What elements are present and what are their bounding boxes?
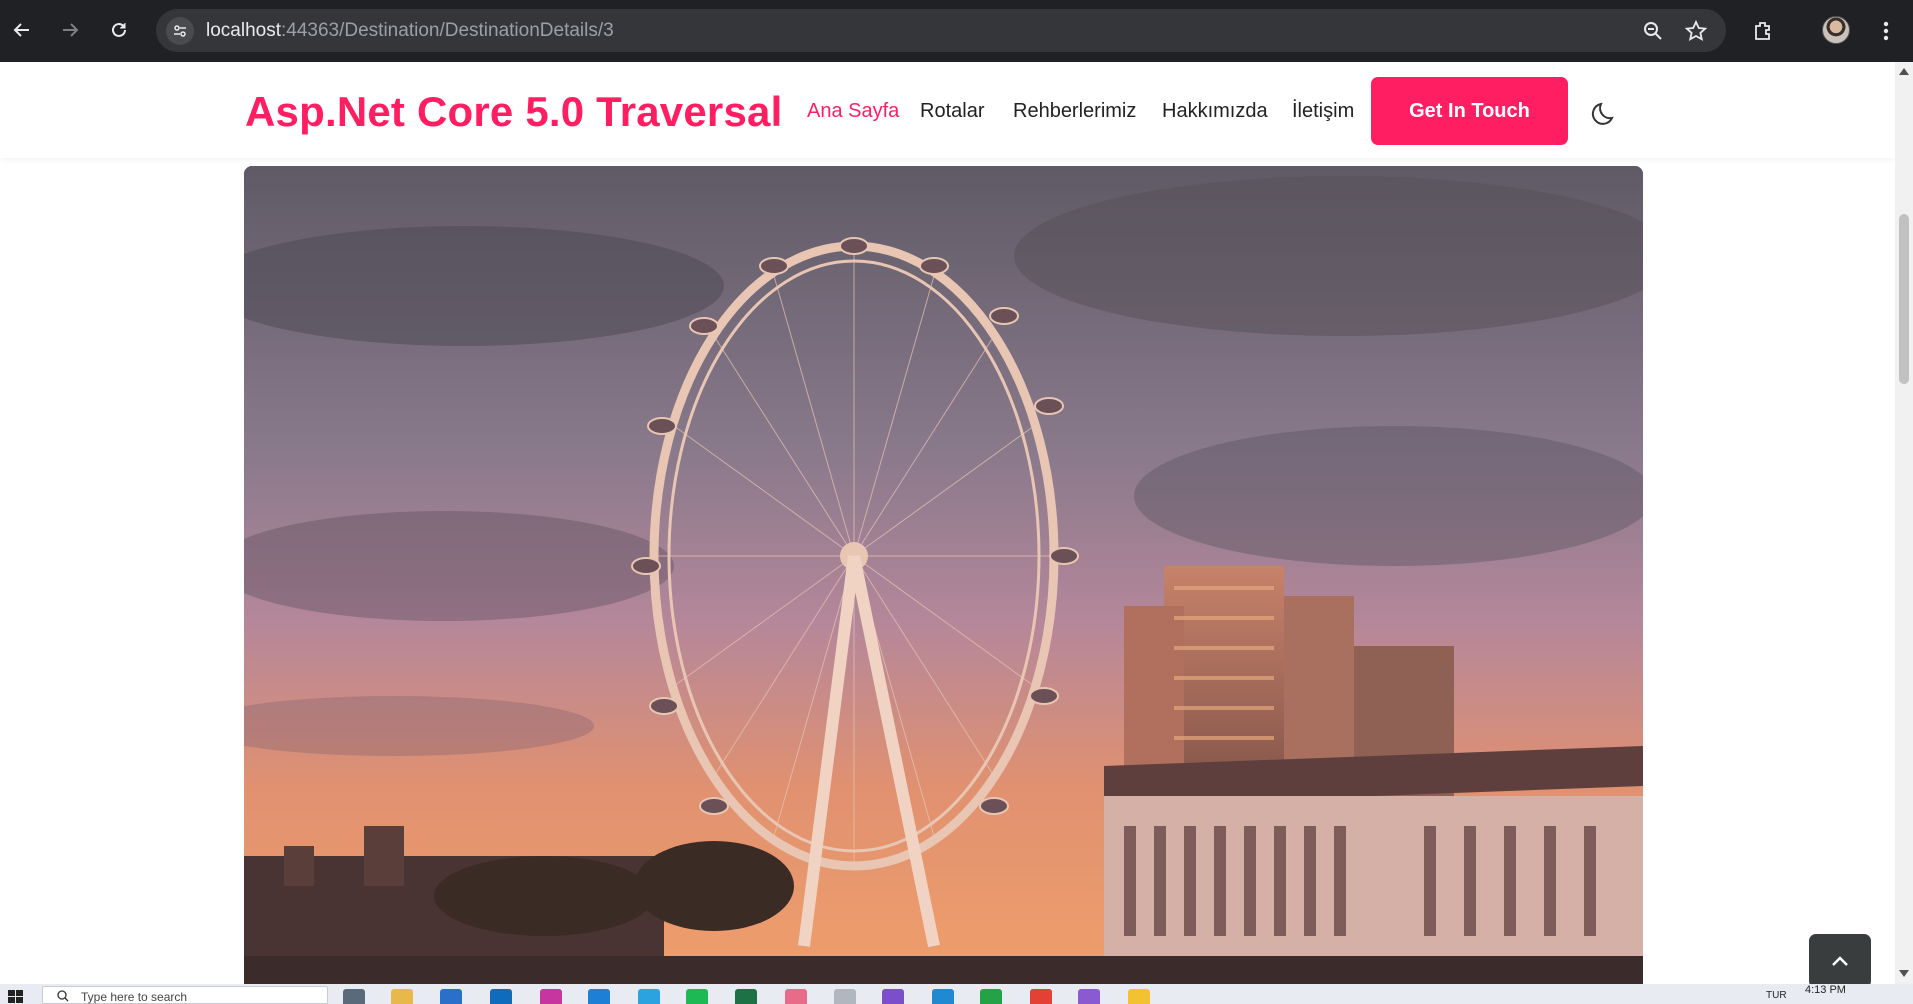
app-icon-pink[interactable] xyxy=(785,989,807,1004)
url-path: :44363/Destination/DestinationDetails/3 xyxy=(281,20,614,41)
outlook-icon[interactable] xyxy=(490,989,512,1004)
spotify-icon[interactable] xyxy=(686,989,708,1004)
store-icon[interactable] xyxy=(440,989,462,1004)
get-in-touch-button[interactable]: Get In Touch xyxy=(1371,77,1568,145)
notepad-icon[interactable] xyxy=(834,989,856,1004)
site-header: Asp.Net Core 5.0 Traversal Ana Sayfa Rot… xyxy=(0,62,1895,158)
address-bar[interactable]: localhost:44363/Destination/DestinationD… xyxy=(156,9,1726,52)
os-taskbar: Type here to search TUR 4:13 PM xyxy=(0,984,1913,1004)
app-icon-blue[interactable] xyxy=(588,989,610,1004)
menu-kebab-icon[interactable] xyxy=(1871,16,1901,46)
forward-icon[interactable] xyxy=(52,12,88,48)
whatsapp-icon[interactable] xyxy=(980,989,1002,1004)
app-icon-yellow[interactable] xyxy=(1128,989,1150,1004)
site-logo[interactable]: Asp.Net Core 5.0 Traversal xyxy=(245,88,782,136)
taskbar-search-placeholder: Type here to search xyxy=(81,990,188,1004)
taskbar-search[interactable]: Type here to search xyxy=(42,986,328,1004)
taskbar-clock[interactable]: 4:13 PM xyxy=(1805,984,1846,996)
url-text: localhost:44363/Destination/DestinationD… xyxy=(206,20,614,42)
page-viewport: Asp.Net Core 5.0 Traversal Ana Sayfa Rot… xyxy=(0,62,1895,984)
browser-toolbar: localhost:44363/Destination/DestinationD… xyxy=(0,0,1913,62)
back-icon[interactable] xyxy=(4,12,40,48)
visual-studio-2-icon[interactable] xyxy=(1078,989,1100,1004)
scroll-down-arrow[interactable] xyxy=(1899,970,1909,977)
destination-hero-image xyxy=(244,166,1643,984)
profile-avatar[interactable] xyxy=(1822,16,1850,44)
file-explorer-icon[interactable] xyxy=(391,989,413,1004)
language-indicator[interactable]: TUR xyxy=(1766,990,1787,1001)
url-host: localhost xyxy=(206,20,281,41)
task-view-icon[interactable] xyxy=(343,989,365,1004)
search-icon xyxy=(57,990,69,1002)
nav-routes[interactable]: Rotalar xyxy=(920,100,984,123)
instagram-icon[interactable] xyxy=(540,989,562,1004)
bookmark-star-icon[interactable] xyxy=(1684,19,1708,43)
vscode-icon[interactable] xyxy=(932,989,954,1004)
back-to-top-button[interactable] xyxy=(1809,934,1871,984)
nav-guides[interactable]: Rehberlerimiz xyxy=(1013,100,1136,123)
windows-start-icon[interactable] xyxy=(8,990,24,1004)
page-scrollbar[interactable] xyxy=(1895,62,1913,984)
extensions-icon[interactable] xyxy=(1748,16,1778,46)
nav-contact[interactable]: İletişim xyxy=(1292,100,1354,123)
telegram-icon[interactable] xyxy=(638,989,660,1004)
visual-studio-icon[interactable] xyxy=(882,989,904,1004)
nav-home[interactable]: Ana Sayfa xyxy=(807,100,899,123)
zoom-icon[interactable] xyxy=(1641,19,1665,43)
excel-icon[interactable] xyxy=(735,989,757,1004)
chrome-icon[interactable] xyxy=(1030,989,1052,1004)
nav-about[interactable]: Hakkımızda xyxy=(1162,100,1268,123)
chevron-up-icon xyxy=(1832,956,1848,966)
scrollbar-thumb[interactable] xyxy=(1899,214,1909,384)
site-info-icon[interactable] xyxy=(166,17,194,45)
reload-icon[interactable] xyxy=(101,12,137,48)
moon-icon[interactable] xyxy=(1590,98,1620,128)
scroll-up-arrow[interactable] xyxy=(1899,68,1909,75)
